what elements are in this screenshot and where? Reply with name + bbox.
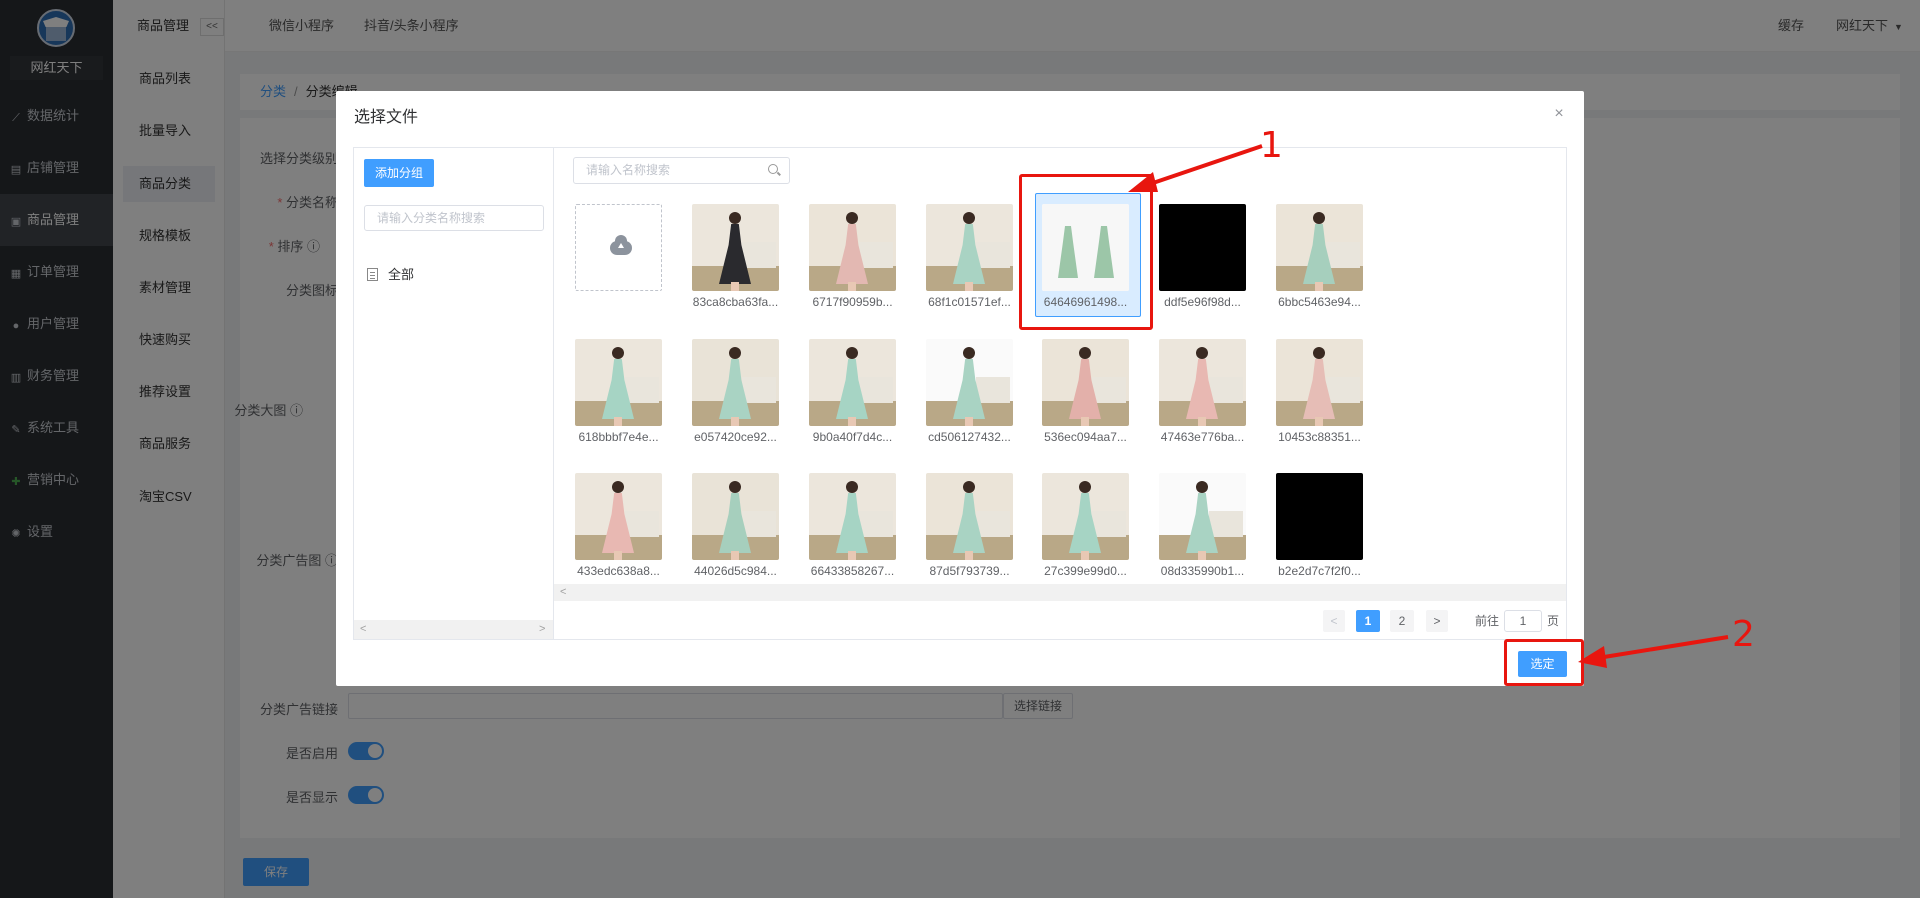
annotation-arrowhead-2 bbox=[1578, 646, 1607, 668]
annotation-arrowhead-1 bbox=[1128, 172, 1158, 192]
annotation-arrow-1 bbox=[1149, 144, 1263, 186]
annotation-number-1: 1 bbox=[1260, 125, 1283, 166]
annotation-arrows bbox=[1128, 144, 1729, 668]
annotation-arrow-2 bbox=[1603, 635, 1729, 659]
annotation-number-2: 2 bbox=[1732, 614, 1755, 655]
